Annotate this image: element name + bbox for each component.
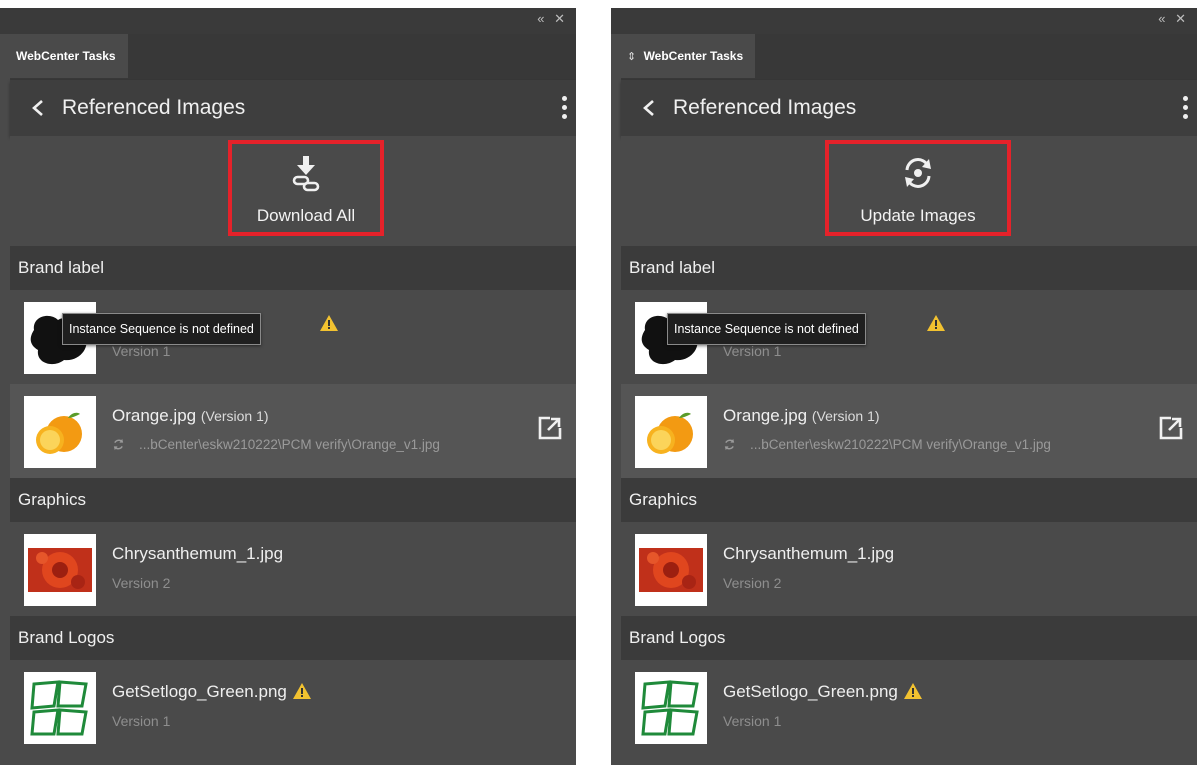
more-options-icon[interactable] xyxy=(1183,94,1189,122)
tab-collapse-arrows-icon[interactable]: ⇕ xyxy=(627,51,636,63)
panel-download: « ✕ WebCenter Tasks Referenced Images Do… xyxy=(0,8,576,765)
back-chevron-icon[interactable] xyxy=(30,99,46,117)
chrysanthemum-image xyxy=(28,548,92,592)
thumbnail-chrysanthemum xyxy=(24,534,96,606)
item-path: ...bCenter\eskw210222\PCM verify\Orange_… xyxy=(139,437,440,452)
list-item-getset-logo[interactable]: GetSetlogo_Green.png Version 1 xyxy=(621,660,1197,754)
item-version: Version 2 xyxy=(723,575,782,591)
item-path-line: ...bCenter\eskw210222\PCM verify\Orange_… xyxy=(112,437,440,452)
list-item-brand-image[interactable]: Version 1 Instance Sequence is not defin… xyxy=(10,290,576,384)
action-area: Download All xyxy=(10,136,576,246)
tab-label: WebCenter Tasks xyxy=(643,49,744,63)
panel-window-controls[interactable]: « ✕ xyxy=(1158,11,1189,27)
item-version-note: (Version 1) xyxy=(811,408,880,424)
item-title-orange: Orange.jpg (Version 1) xyxy=(112,406,269,426)
group-brand-label: Brand label xyxy=(621,246,1197,290)
item-filename: GetSetlogo_Green.png xyxy=(112,682,287,701)
warning-icon xyxy=(320,315,338,331)
open-external-icon[interactable] xyxy=(538,416,562,440)
item-path: ...bCenter\eskw210222\PCM verify\Orange_… xyxy=(750,437,1051,452)
tab-webcenter-tasks[interactable]: ⇕ WebCenter Tasks xyxy=(621,34,756,78)
action-area: Update Images xyxy=(621,136,1197,246)
panel-update: « ✕ ⇕ WebCenter Tasks Referenced Images … xyxy=(611,8,1197,765)
sync-icon xyxy=(113,438,124,451)
item-title-orange: Orange.jpg (Version 1) xyxy=(723,406,880,426)
page-title: Referenced Images xyxy=(673,96,857,119)
list-item-orange[interactable]: Orange.jpg (Version 1) ...bCenter\eskw21… xyxy=(10,384,576,478)
refresh-image-icon xyxy=(905,158,931,188)
tab-bar: ⇕ WebCenter Tasks xyxy=(621,34,1197,80)
thumbnail-getset-logo xyxy=(24,672,96,744)
tab-webcenter-tasks[interactable]: WebCenter Tasks xyxy=(10,34,128,78)
warning-icon xyxy=(927,315,945,331)
panel-top-strip: « ✕ xyxy=(611,8,1197,34)
warning-icon xyxy=(903,683,922,699)
open-external-icon[interactable] xyxy=(1159,416,1183,440)
item-filename: Orange.jpg xyxy=(723,406,808,425)
sync-icon xyxy=(724,438,735,451)
item-version: Version 1 xyxy=(723,713,782,729)
item-version: Version 1 xyxy=(112,713,171,729)
tab-bar: WebCenter Tasks xyxy=(10,34,576,80)
update-images-button[interactable]: Update Images xyxy=(825,140,1011,236)
item-version-note: (Version 1) xyxy=(200,408,269,424)
item-path-line: ...bCenter\eskw210222\PCM verify\Orange_… xyxy=(723,437,1051,452)
panel-header: Referenced Images xyxy=(10,80,576,136)
group-brand-label: Brand label xyxy=(10,246,576,290)
thumbnail-getset-logo xyxy=(635,672,707,744)
list-item-orange[interactable]: Orange.jpg (Version 1) ...bCenter\eskw21… xyxy=(621,384,1197,478)
more-options-icon[interactable] xyxy=(562,94,568,122)
item-filename: GetSetlogo_Green.png xyxy=(723,682,898,701)
download-link-icon xyxy=(292,156,320,192)
item-version: Version 1 xyxy=(112,343,171,359)
item-version: Version 1 xyxy=(723,343,782,359)
item-filename: Orange.jpg xyxy=(112,406,197,425)
item-version: Version 2 xyxy=(112,575,171,591)
orange-image xyxy=(647,412,693,454)
warning-icon xyxy=(292,683,311,699)
back-chevron-icon[interactable] xyxy=(641,99,657,117)
panel-window-controls[interactable]: « ✕ xyxy=(537,11,568,27)
thumbnail-chrysanthemum xyxy=(635,534,707,606)
item-filename: Chrysanthemum_1.jpg xyxy=(723,544,895,563)
tooltip-instance-sequence: Instance Sequence is not defined xyxy=(62,313,261,345)
group-graphics: Graphics xyxy=(10,478,576,522)
item-title-getset: GetSetlogo_Green.png xyxy=(723,682,922,702)
list-item-chrysanthemum[interactable]: Chrysanthemum_1.jpg Version 2 xyxy=(621,522,1197,616)
group-brand-logos: Brand Logos xyxy=(10,616,576,660)
getset-logo-image xyxy=(641,678,701,738)
panel-header: Referenced Images xyxy=(621,80,1197,136)
orange-image xyxy=(36,412,82,454)
panel-top-strip: « ✕ xyxy=(0,8,576,34)
page-title: Referenced Images xyxy=(62,96,246,119)
list-item-chrysanthemum[interactable]: Chrysanthemum_1.jpg Version 2 xyxy=(10,522,576,616)
group-graphics: Graphics xyxy=(621,478,1197,522)
thumbnail-orange xyxy=(635,396,707,468)
list-item-getset-logo[interactable]: GetSetlogo_Green.png Version 1 xyxy=(10,660,576,754)
item-title-getset: GetSetlogo_Green.png xyxy=(112,682,311,702)
chrysanthemum-image xyxy=(639,548,703,592)
list-item-brand-image[interactable]: Version 1 Instance Sequence is not defin… xyxy=(621,290,1197,384)
tooltip-instance-sequence: Instance Sequence is not defined xyxy=(667,313,866,345)
getset-logo-image xyxy=(30,678,90,738)
tab-label: WebCenter Tasks xyxy=(16,49,116,63)
download-all-label: Download All xyxy=(256,206,356,225)
item-filename: Chrysanthemum_1.jpg xyxy=(112,544,284,563)
thumbnail-orange xyxy=(24,396,96,468)
download-all-button[interactable]: Download All xyxy=(228,140,384,236)
group-brand-logos: Brand Logos xyxy=(621,616,1197,660)
update-images-label: Update Images xyxy=(860,206,976,225)
